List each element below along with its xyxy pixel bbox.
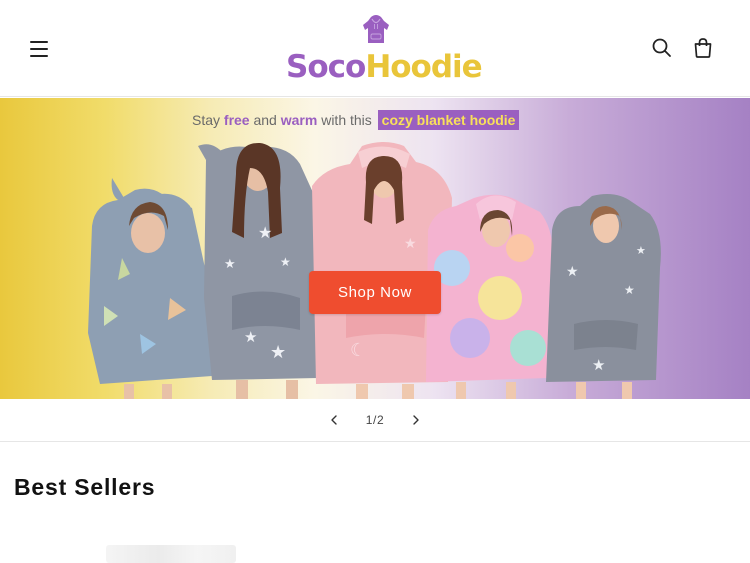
svg-text:★: ★ <box>270 342 286 363</box>
svg-text:★: ★ <box>566 264 579 280</box>
logo-word-soco: Soco <box>286 49 366 85</box>
svg-text:★: ★ <box>224 257 236 272</box>
shop-now-button[interactable]: Shop Now <box>309 271 441 314</box>
model-kid-rainbow-hoodie <box>426 194 553 399</box>
logo-wordmark: SocoHoodie <box>286 49 483 85</box>
chevron-left-icon[interactable] <box>326 412 342 428</box>
svg-text:★: ★ <box>636 244 646 257</box>
model-kid-dino-hoodie <box>88 178 212 399</box>
svg-text:★: ★ <box>624 283 635 297</box>
svg-text:★: ★ <box>244 328 257 346</box>
svg-text:★: ★ <box>592 356 605 374</box>
svg-text:★: ★ <box>258 223 272 242</box>
logo-word-hoodie: Hoodie <box>365 49 482 85</box>
hamburger-menu-icon[interactable] <box>26 36 52 62</box>
svg-text:☾: ☾ <box>350 340 366 361</box>
cart-icon[interactable] <box>691 36 715 60</box>
svg-text:★: ★ <box>404 236 417 252</box>
banner-models-image: ★ ★ ★ ★ ★ ☾ ★ ★ ★ ★ ★ <box>88 142 661 399</box>
slider-controls: 1/2 <box>0 399 750 442</box>
product-card-image[interactable] <box>106 545 236 563</box>
model-kid-grey-star-hoodie: ★ ★ ★ ★ <box>546 194 661 399</box>
chevron-right-icon[interactable] <box>408 412 424 428</box>
site-header: SocoHoodie <box>0 0 750 97</box>
hoodie-icon <box>363 15 389 43</box>
search-icon[interactable] <box>650 36 674 60</box>
model-girl-grey-star-hoodie: ★ ★ ★ ★ ★ <box>198 142 320 399</box>
slide-counter: 1/2 <box>365 413 385 427</box>
section-title-best-sellers: Best Sellers <box>14 474 156 500</box>
hero-banner: Stay free and warm with this cozy blanke… <box>0 98 750 399</box>
site-logo[interactable]: SocoHoodie <box>286 14 483 86</box>
svg-text:★: ★ <box>280 255 291 269</box>
